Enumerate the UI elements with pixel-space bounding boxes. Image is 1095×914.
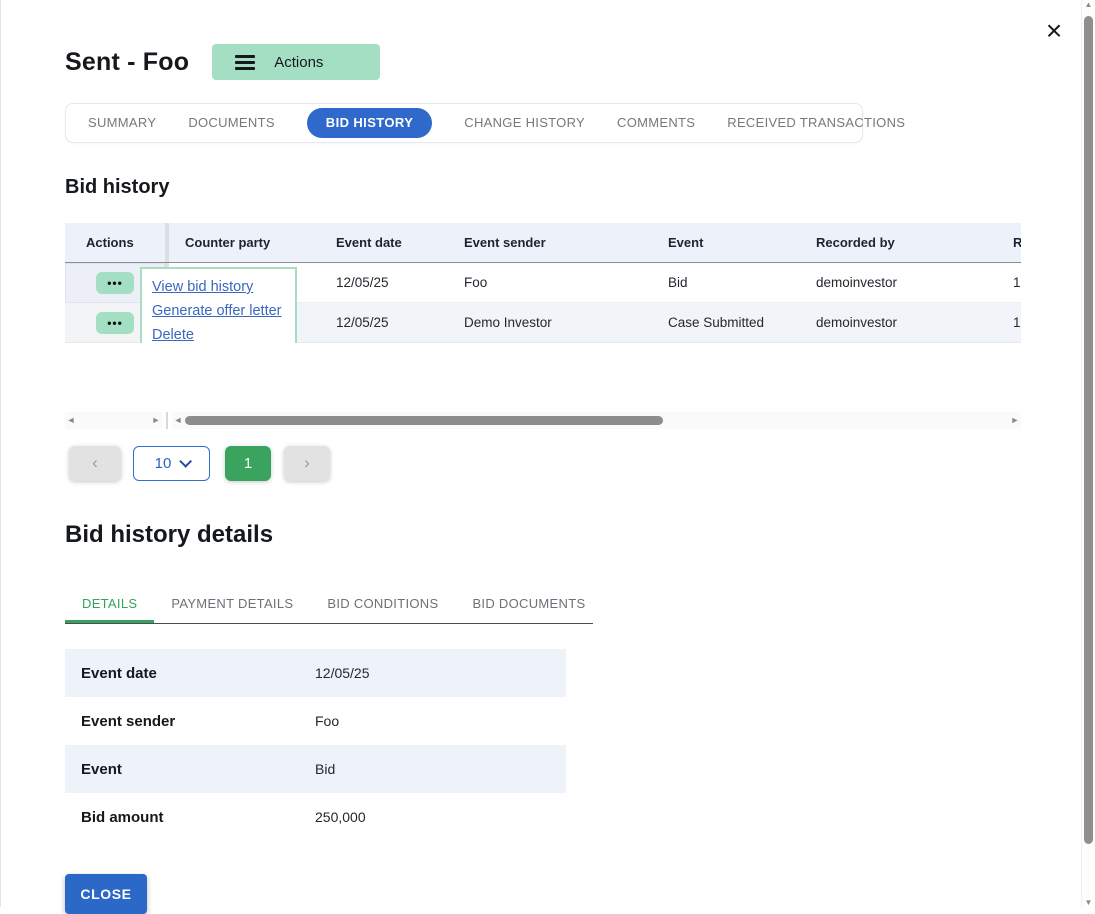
- col-header-event: Event: [652, 235, 800, 250]
- scroll-up-icon[interactable]: ▲: [1082, 0, 1095, 9]
- tab-bid-conditions[interactable]: BID CONDITIONS: [310, 587, 455, 623]
- tab-received-transactions[interactable]: RECEIVED TRANSACTIONS: [711, 103, 921, 143]
- menu-item-view-bid-history[interactable]: View bid history: [152, 275, 295, 299]
- menu-item-generate-offer-letter[interactable]: Generate offer letter: [152, 299, 295, 323]
- actions-button-label: Actions: [274, 54, 323, 71]
- col-header-counter-party: Counter party: [169, 235, 320, 250]
- cell-event: Case Submitted: [652, 303, 800, 343]
- tab-payment-details[interactable]: PAYMENT DETAILS: [154, 587, 310, 623]
- tab-details[interactable]: DETAILS: [65, 587, 154, 623]
- bid-history-details-heading: Bid history details: [65, 521, 1082, 549]
- table-header-row: Actions Counter party Event date Event s…: [65, 223, 1021, 263]
- field-label: Event: [65, 761, 315, 778]
- scroll-right-icon[interactable]: ►: [1009, 412, 1021, 429]
- col-header-event-sender: Event sender: [448, 235, 652, 250]
- cell-recorded-by: demoinvestor: [800, 263, 997, 303]
- cell-event-date: 12/05/25: [320, 263, 448, 303]
- scroll-down-icon[interactable]: ▼: [1082, 898, 1095, 907]
- details-fields: Event date 12/05/25 Event sender Foo Eve…: [65, 649, 566, 841]
- scrollbar-thumb[interactable]: [185, 416, 663, 425]
- scrollbar-thumb[interactable]: [1084, 16, 1093, 844]
- dialog-header: Sent - Foo Actions: [65, 44, 1082, 80]
- cell-event: Bid: [652, 263, 800, 303]
- page-size-value: 10: [155, 455, 172, 472]
- scroll-left-icon[interactable]: ◄: [65, 412, 77, 429]
- dialog-content: Sent - Foo Actions SUMMARY DOCUMENTS BID…: [1, 0, 1082, 914]
- field-label: Bid amount: [65, 809, 315, 826]
- chevron-left-icon: ‹: [92, 453, 98, 472]
- previous-page-button[interactable]: ‹: [69, 446, 121, 481]
- menu-item-delete[interactable]: Delete: [152, 323, 295, 343]
- next-page-button[interactable]: ›: [284, 446, 330, 481]
- frozen-column-scrollbar[interactable]: ◄ ►: [65, 412, 162, 429]
- cell-event-sender: Demo Investor: [448, 303, 652, 343]
- row-context-menu: View bid history Generate offer letter D…: [140, 267, 297, 343]
- field-value: Foo: [315, 713, 566, 729]
- scroll-left-icon[interactable]: ◄: [172, 412, 184, 429]
- tab-bid-history[interactable]: BID HISTORY: [307, 108, 432, 138]
- current-page-button[interactable]: 1: [225, 446, 271, 481]
- field-row-event-sender: Event sender Foo: [65, 697, 566, 745]
- bid-history-table: Actions Counter party Event date Event s…: [65, 223, 1021, 343]
- col-header-actions: Actions: [65, 235, 165, 250]
- field-value: Bid: [315, 761, 566, 777]
- field-value: 12/05/25: [315, 665, 566, 681]
- menu-icon: [235, 55, 255, 70]
- scrollbar-divider: [166, 412, 168, 429]
- field-label: Event sender: [65, 713, 315, 730]
- col-header-clipped: R: [997, 235, 1021, 250]
- actions-button[interactable]: Actions: [212, 44, 380, 80]
- bid-history-heading: Bid history: [65, 176, 1082, 199]
- row-actions-ellipsis-icon[interactable]: •••: [96, 272, 134, 294]
- chevron-down-icon: [180, 455, 193, 468]
- tab-change-history[interactable]: CHANGE HISTORY: [448, 103, 601, 143]
- horizontal-scrollbars: ◄ ► ◄ ►: [65, 412, 1021, 429]
- cell-event-sender: Foo: [448, 263, 652, 303]
- col-header-recorded-by: Recorded by: [800, 235, 997, 250]
- col-header-event-date: Event date: [320, 235, 448, 250]
- close-button[interactable]: CLOSE: [65, 874, 147, 914]
- vertical-scrollbar[interactable]: ▲ ▼: [1081, 0, 1095, 907]
- field-label: Event date: [65, 665, 315, 682]
- pagination: ‹ 10 1 ›: [65, 445, 1082, 481]
- scroll-right-icon[interactable]: ►: [150, 412, 162, 429]
- row-actions-ellipsis-icon[interactable]: •••: [96, 312, 134, 334]
- tab-bid-documents[interactable]: BID DOCUMENTS: [455, 587, 602, 623]
- details-tab-bar: DETAILS PAYMENT DETAILS BID CONDITIONS B…: [65, 587, 593, 624]
- tab-comments[interactable]: COMMENTS: [601, 103, 711, 143]
- cell-event-date: 12/05/25: [320, 303, 448, 343]
- tab-documents[interactable]: DOCUMENTS: [172, 103, 290, 143]
- cell-clipped: 1: [997, 263, 1021, 303]
- field-row-bid-amount: Bid amount 250,000: [65, 793, 566, 841]
- page-size-select[interactable]: 10: [133, 446, 210, 481]
- cell-recorded-by: demoinvestor: [800, 303, 997, 343]
- field-row-event-date: Event date 12/05/25: [65, 649, 566, 697]
- field-row-event: Event Bid: [65, 745, 566, 793]
- field-value: 250,000: [315, 809, 566, 825]
- cell-clipped: 1: [997, 303, 1021, 343]
- table-horizontal-scrollbar[interactable]: ◄ ►: [172, 412, 1021, 429]
- main-tab-bar: SUMMARY DOCUMENTS BID HISTORY CHANGE HIS…: [65, 103, 863, 143]
- page-title: Sent - Foo: [65, 48, 189, 77]
- tab-summary[interactable]: SUMMARY: [72, 103, 172, 143]
- chevron-right-icon: ›: [304, 453, 310, 472]
